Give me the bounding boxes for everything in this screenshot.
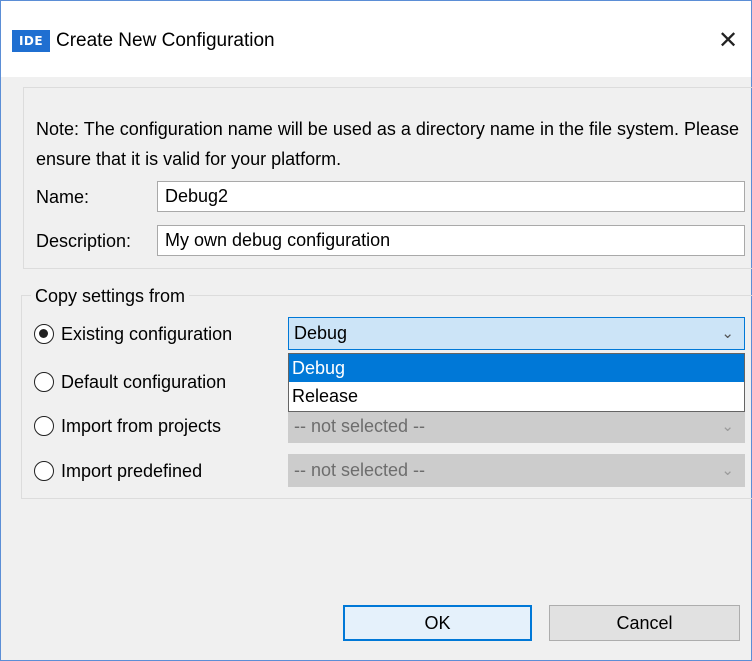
radio-label: Import from projects: [61, 416, 222, 436]
ok-button[interactable]: OK: [343, 605, 532, 641]
import-predefined-select: -- not selected -- ⌄: [288, 454, 745, 487]
description-input[interactable]: [157, 225, 745, 256]
radio-existing-configuration[interactable]: Existing configuration: [34, 319, 232, 349]
radio-import-predefined[interactable]: Import predefined: [34, 456, 202, 486]
radio-import-from-projects[interactable]: Import from projects: [34, 411, 221, 441]
radio-button[interactable]: [34, 324, 54, 344]
radio-label: Import predefined: [61, 461, 203, 481]
radio-label: Existing configuration: [61, 324, 233, 344]
radio-button[interactable]: [34, 372, 54, 392]
chevron-down-icon: ⌄: [721, 417, 734, 435]
existing-configuration-select[interactable]: Debug ⌄: [288, 317, 745, 350]
dropdown-item-release[interactable]: Release: [289, 382, 744, 410]
radio-label: Default configuration: [61, 372, 227, 392]
title-bar: IDE Create New Configuration ✕: [1, 1, 751, 77]
cancel-button[interactable]: Cancel: [549, 605, 740, 641]
select-value: -- not selected --: [294, 460, 426, 480]
radio-button[interactable]: [34, 461, 54, 481]
name-label: Name:: [36, 187, 90, 207]
description-label: Description:: [36, 231, 132, 251]
select-value: Debug: [294, 323, 348, 343]
note-text: Note: The configuration name will be use…: [36, 119, 740, 169]
radio-default-configuration[interactable]: Default configuration: [34, 367, 226, 397]
dialog-title: Create New Configuration: [56, 30, 275, 51]
chevron-down-icon[interactable]: ⌄: [721, 318, 734, 349]
close-icon[interactable]: ✕: [705, 17, 751, 63]
name-input[interactable]: [157, 181, 745, 212]
copy-settings-title: Copy settings from: [31, 284, 190, 308]
configuration-dropdown-list: Debug Release: [288, 353, 745, 412]
ide-logo-icon: IDE: [12, 30, 50, 52]
select-value: -- not selected --: [294, 416, 426, 436]
import-from-projects-select: -- not selected -- ⌄: [288, 410, 745, 443]
radio-button[interactable]: [34, 416, 54, 436]
create-configuration-dialog: IDE Create New Configuration ✕ Note: The…: [0, 0, 752, 661]
dropdown-item-debug[interactable]: Debug: [289, 354, 744, 382]
chevron-down-icon: ⌄: [721, 461, 734, 479]
